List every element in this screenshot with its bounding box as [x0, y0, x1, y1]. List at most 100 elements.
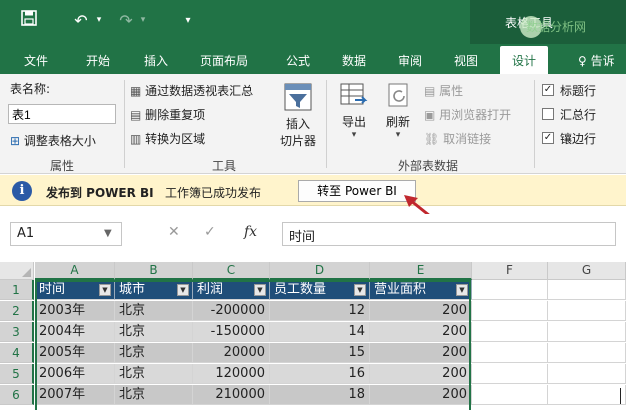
save-icon[interactable]	[14, 10, 44, 30]
empty-cell[interactable]	[472, 301, 548, 321]
table-cell[interactable]: 200	[370, 301, 472, 321]
row-header-3[interactable]: 3	[0, 322, 34, 342]
column-header-f[interactable]: F	[472, 262, 548, 280]
table-name-input[interactable]	[8, 104, 116, 124]
filter-dropdown-icon[interactable]: ▼	[354, 284, 366, 296]
table-cell[interactable]: 15	[270, 343, 370, 363]
export-button[interactable]: 导出 ▾	[334, 82, 374, 152]
undo-icon[interactable]: ↶	[68, 11, 94, 30]
empty-cell[interactable]	[472, 343, 548, 363]
banded-rows-checkbox[interactable]: ✓	[542, 132, 554, 144]
table-cell[interactable]: 18	[270, 385, 370, 405]
empty-cell[interactable]	[548, 364, 626, 384]
resize-icon: ⊞	[10, 134, 21, 148]
tab-review[interactable]: 审阅	[398, 52, 422, 69]
cancel-icon[interactable]: ✕	[168, 224, 180, 240]
filter-dropdown-icon[interactable]: ▼	[456, 284, 468, 296]
table-cell[interactable]: 210000	[193, 385, 270, 405]
table-cell[interactable]: 120000	[193, 364, 270, 384]
tab-page-layout[interactable]: 页面布局	[200, 52, 248, 69]
insert-slicer-button[interactable]: 插入 切片器	[276, 80, 320, 156]
table-cell[interactable]: 2006年	[35, 364, 115, 384]
table-cell[interactable]: 2007年	[35, 385, 115, 405]
tab-insert[interactable]: 插入	[144, 52, 168, 69]
undo-dropdown-icon[interactable]: ▾	[94, 15, 104, 25]
empty-cell[interactable]	[472, 364, 548, 384]
tab-home[interactable]: 开始	[86, 52, 110, 69]
convert-to-range-button[interactable]: ▥ 转换为区域	[130, 130, 205, 147]
table-cell[interactable]: 12	[270, 301, 370, 321]
tab-formulas[interactable]: 公式	[286, 52, 310, 69]
row-header-4[interactable]: 4	[0, 343, 34, 363]
remove-duplicates-button[interactable]: ▤ 删除重复项	[130, 106, 205, 123]
table-cell[interactable]: 2003年	[35, 301, 115, 321]
properties-icon: ▤	[424, 84, 436, 98]
info-message: 工作簿已成功发布	[165, 186, 262, 200]
external-properties-button[interactable]: ▤ 属性	[424, 82, 463, 99]
tab-view[interactable]: 视图	[454, 52, 478, 69]
row-header-2[interactable]: 2	[0, 301, 34, 321]
empty-cell[interactable]	[548, 301, 626, 321]
watermark-text: 数据分析网	[526, 20, 587, 34]
column-header-e[interactable]: E	[370, 262, 472, 280]
group-label-external-data: 外部表数据	[398, 159, 459, 173]
slicer-label-1: 插入	[285, 117, 310, 131]
column-header-c[interactable]: C	[193, 262, 270, 280]
tab-data[interactable]: 数据	[342, 52, 366, 69]
pivot-summary-button[interactable]: ▦ 通过数据透视表汇总	[130, 82, 253, 99]
refresh-button[interactable]: 刷新 ▾	[378, 82, 418, 152]
table-cell[interactable]: 200	[370, 364, 472, 384]
customize-qat-icon[interactable]: ▾	[178, 15, 198, 26]
formula-input[interactable]: 时间	[282, 222, 616, 246]
table-cell[interactable]: 200	[370, 322, 472, 342]
convert-range-icon: ▥	[130, 132, 142, 146]
empty-cell[interactable]	[472, 385, 548, 405]
column-header-b[interactable]: B	[115, 262, 193, 280]
row-header-5[interactable]: 5	[0, 364, 34, 384]
name-box-dropdown-icon[interactable]: ▼	[104, 228, 112, 239]
redo-icon[interactable]: ↷	[114, 11, 138, 30]
insert-function-icon[interactable]: fx	[244, 224, 257, 240]
open-in-browser-button[interactable]: ▣ 用浏览器打开	[424, 106, 511, 123]
filter-dropdown-icon[interactable]: ▼	[254, 284, 266, 296]
table-cell[interactable]: 北京	[115, 364, 193, 384]
table-cell[interactable]: 14	[270, 322, 370, 342]
go-to-power-bi-button[interactable]: 转至 Power BI	[298, 180, 416, 202]
unlink-button[interactable]: ⛓ 取消链接	[424, 130, 491, 147]
enter-icon[interactable]: ✓	[204, 224, 216, 240]
empty-cell[interactable]	[548, 343, 626, 363]
table-cell[interactable]: 北京	[115, 301, 193, 321]
tell-me[interactable]: ♀ 告诉	[578, 52, 615, 69]
empty-cell[interactable]	[472, 322, 548, 342]
redo-dropdown-icon[interactable]: ▾	[138, 15, 148, 25]
table-cell[interactable]: 2004年	[35, 322, 115, 342]
table-cell[interactable]: -150000	[193, 322, 270, 342]
table-cell[interactable]: 20000	[193, 343, 270, 363]
total-row-checkbox[interactable]	[542, 108, 554, 120]
table-cell[interactable]: 北京	[115, 343, 193, 363]
resize-table-button[interactable]: ⊞ 调整表格大小	[10, 132, 96, 149]
table-cell[interactable]: 200	[370, 343, 472, 363]
empty-cell[interactable]	[548, 280, 626, 300]
column-header-g[interactable]: G	[548, 262, 626, 280]
row-header-1[interactable]: 1	[0, 280, 34, 300]
table-cell[interactable]: 16	[270, 364, 370, 384]
table-cell[interactable]: 2005年	[35, 343, 115, 363]
tab-file[interactable]: 文件	[24, 52, 48, 69]
row-header-6[interactable]: 6	[0, 385, 34, 405]
table-cell[interactable]: 北京	[115, 385, 193, 405]
empty-cell[interactable]	[548, 385, 626, 405]
group-label-tools: 工具	[212, 159, 237, 173]
table-cell[interactable]: -200000	[193, 301, 270, 321]
ribbon-tabs: 文件 开始 插入 页面布局 公式 数据 审阅 视图 设计 ♀ 告诉	[0, 44, 626, 74]
filter-dropdown-icon[interactable]: ▼	[177, 284, 189, 296]
table-cell[interactable]: 200	[370, 385, 472, 405]
table-cell[interactable]: 北京	[115, 322, 193, 342]
tab-design[interactable]: 设计	[500, 46, 549, 74]
empty-cell[interactable]	[472, 280, 548, 300]
column-header-a[interactable]: A	[35, 262, 115, 280]
column-header-d[interactable]: D	[270, 262, 370, 280]
filter-dropdown-icon[interactable]: ▼	[99, 284, 111, 296]
header-row-checkbox[interactable]: ✓	[542, 84, 554, 96]
empty-cell[interactable]	[548, 322, 626, 342]
